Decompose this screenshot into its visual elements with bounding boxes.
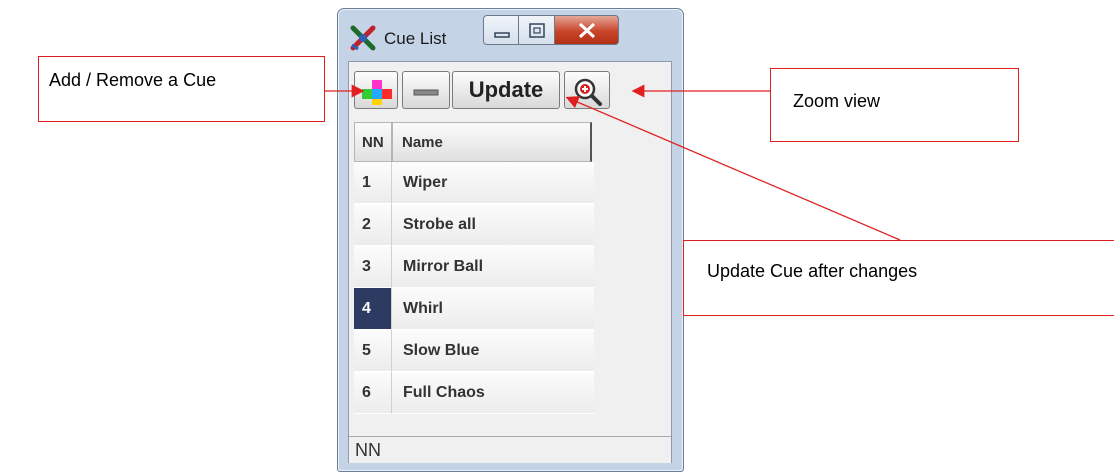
update-arrow (565, 96, 901, 241)
callout-arrows (325, 84, 901, 241)
